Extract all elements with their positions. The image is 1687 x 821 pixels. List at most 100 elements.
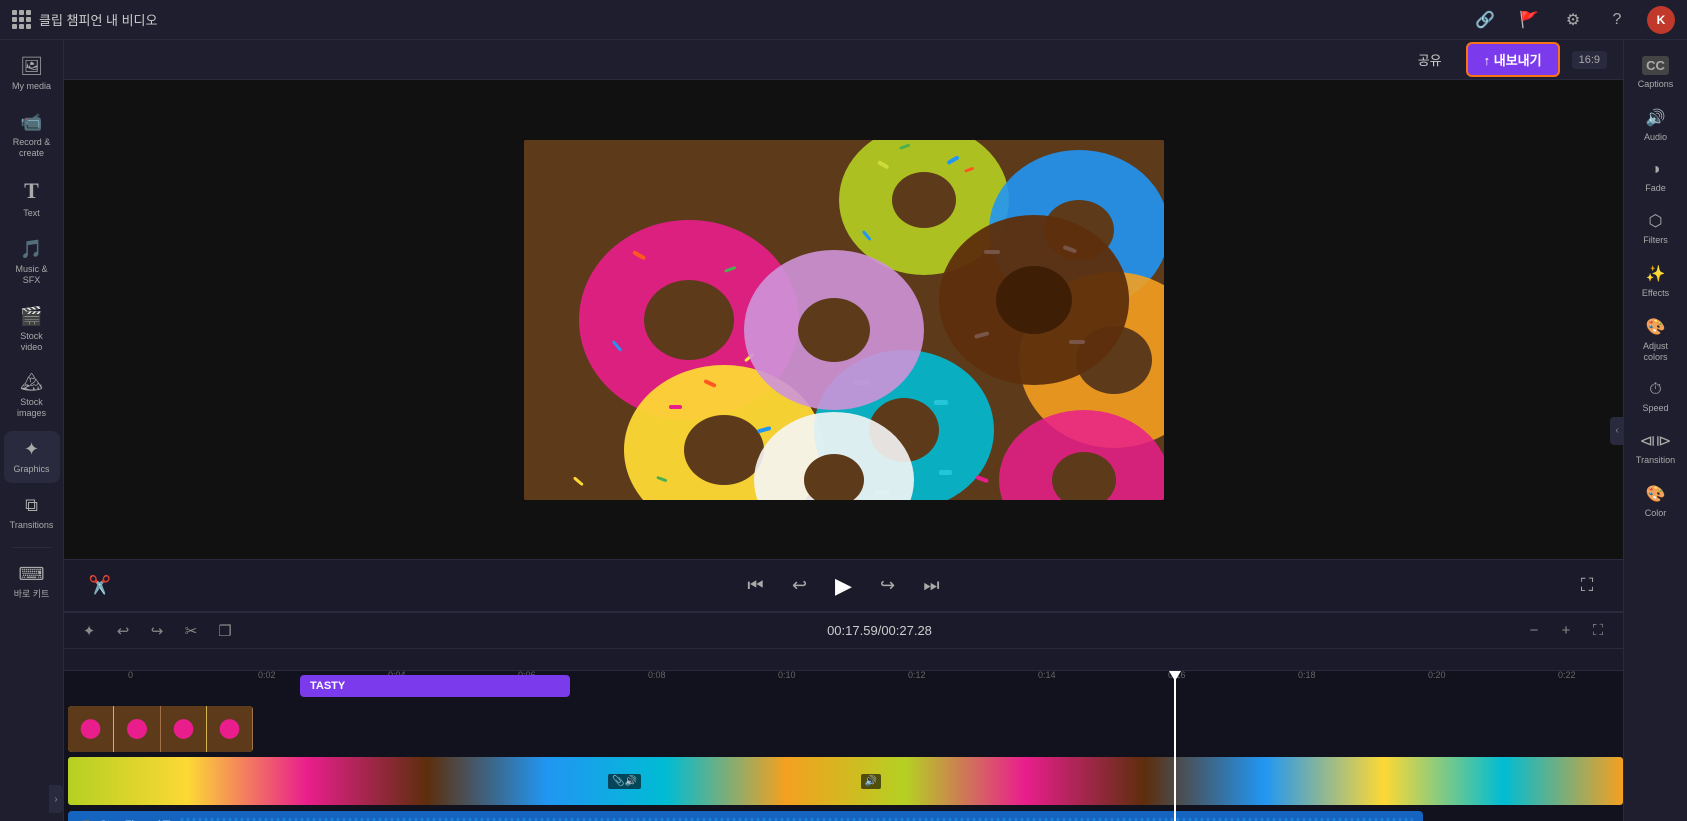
right-sidebar-item-audio[interactable]: 🔊 Audio [1626,100,1686,151]
main-video-strip: 📎🔊 🔊 [68,757,1623,805]
video-strip-thumbs [68,706,253,752]
left-sidebar: 🖼 My media 📹 Record &create T Text 🎵 Mus… [0,40,64,821]
sidebar-item-stock-images[interactable]: 🏔 Stock images [4,364,60,427]
text-icon: T [24,178,39,204]
main-video-track: 📎🔊 🔊 [68,757,1623,809]
right-sidebar-item-captions[interactable]: CC Captions [1626,48,1686,98]
right-sidebar-label-audio: Audio [1644,132,1667,143]
main-video-clip[interactable]: 📎🔊 🔊 [68,757,1623,805]
user-avatar[interactable]: K [1647,6,1675,34]
top-bar: 클립 챔피언 내 비디오 🔗 🚩 ⚙ ? K [0,0,1687,40]
video-frame [524,140,1164,500]
sidebar-item-stock-video[interactable]: 🎬 Stock video [4,298,60,361]
aspect-ratio-badge: 16:9 [1572,51,1607,69]
record-icon: 📹 [20,112,42,133]
timeline-zoom-controls: − + ⛶ [1521,618,1611,644]
top-bar-left: 클립 챔피언 내 비디오 [12,10,1471,29]
right-sidebar-label-speed: Speed [1642,403,1668,414]
cut-btn[interactable]: ✂ [178,618,204,644]
timeline-toolbar: ✦ ↩ ↪ ✂ ❐ 00:17.59 / 00:27.28 − + ⛶ [64,613,1623,649]
export-button[interactable]: ↑ 내보내기 [1466,42,1560,77]
skip-back-btn[interactable]: ⏮ [740,570,772,602]
right-sidebar-item-adjust-colors[interactable]: 🎨 Adjust colors [1626,309,1686,371]
zoom-out-btn[interactable]: − [1521,618,1547,644]
audio-icon: 🔊 [1646,108,1666,128]
transitions-icon: ⧉ [25,495,38,516]
sidebar-expand-btn[interactable]: › [49,785,63,813]
redo-btn[interactable]: ↪ [144,618,170,644]
right-sidebar-collapse-btn[interactable]: ‹ [1610,417,1624,445]
fullscreen-btn[interactable]: ⛶ [1571,570,1603,602]
crop-btn[interactable]: ✂️ [84,570,116,602]
center-area: 공유 ↑ 내보내기 16:9 [64,40,1623,821]
right-sidebar-item-effects[interactable]: ✨ Effects [1626,256,1686,307]
audio-track: 🎵 Stay Fly 마픈 [68,811,1623,821]
current-time: 00:17.59 [827,623,878,638]
timeline-ruler: 0 0:02 0:04 0:06 0:08 0:10 0:12 0:14 0:1… [64,649,1623,671]
right-sidebar-label-fade: Fade [1645,183,1666,194]
sidebar-divider [12,547,52,548]
my-media-icon: 🖼 [20,56,43,77]
sidebar-item-transitions[interactable]: ⧉ Transitions [4,487,60,539]
filters-icon: ⬡ [1649,211,1663,231]
graphics-icon: ✦ [24,439,39,460]
controls-left: ✂️ [84,570,116,602]
right-sidebar: ‹ CC Captions 🔊 Audio ◑ Fade ⬡ Filters ✨… [1623,40,1687,821]
magic-btn[interactable]: ✦ [76,618,102,644]
app-grid-icon[interactable] [12,10,31,29]
video-thumb-3 [161,706,207,752]
sidebar-item-text[interactable]: T Text [4,170,60,227]
flag-icon-btn[interactable]: 🚩 [1515,6,1543,34]
link-icon-btn[interactable]: 🔗 [1471,6,1499,34]
sidebar-item-label-transitions: Transitions [10,520,54,531]
controls-right: ⛶ [1571,570,1603,602]
sidebar-item-label-stock-video: Stock video [10,331,54,353]
undo-btn[interactable]: ↩ [110,618,136,644]
forward-btn[interactable]: ↪ [872,570,904,602]
share-button[interactable]: 공유 [1406,44,1454,75]
stock-video-icon: 🎬 [20,306,42,327]
speed-icon: ⏱ [1649,381,1661,399]
zoom-in-btn[interactable]: + [1553,618,1579,644]
video-short-track [68,703,1623,755]
shortcuts-icon: ⌨ [19,564,45,585]
right-sidebar-label-transition: Transition [1636,455,1675,466]
sidebar-item-label-my-media: My media [12,81,51,92]
right-sidebar-label-color: Color [1645,508,1667,519]
video-thumb-4 [207,706,253,752]
sidebar-item-label-stock-images: Stock images [10,397,54,419]
sidebar-item-label-graphics: Graphics [13,464,49,475]
total-time: 00:27.28 [881,623,932,638]
copy-btn[interactable]: ❐ [212,618,238,644]
right-sidebar-item-filters[interactable]: ⬡ Filters [1626,203,1686,254]
skip-forward-btn[interactable]: ⏭ [916,570,948,602]
right-sidebar-item-fade[interactable]: ◑ Fade [1626,153,1686,202]
text-clip[interactable]: TASTY [300,675,570,697]
sidebar-item-graphics[interactable]: ✦ Graphics [4,431,60,483]
controls-center: ⏮ ↩ ▶ ↪ ⏭ [740,570,948,602]
effects-icon: ✨ [1646,264,1666,284]
sidebar-item-label-text: Text [23,208,40,219]
text-track: TASTY [68,671,1623,701]
right-sidebar-label-filters: Filters [1643,235,1668,246]
sidebar-item-record-create[interactable]: 📹 Record &create [4,104,60,167]
fade-icon: ◑ [1651,161,1661,179]
settings-icon-btn[interactable]: ⚙ [1559,6,1587,34]
sidebar-item-label-music: Music & SFX [10,264,54,286]
sidebar-item-music-sfx[interactable]: 🎵 Music & SFX [4,231,60,294]
timeline-time-display: 00:17.59 / 00:27.28 [246,623,1513,638]
help-icon-btn[interactable]: ? [1603,6,1631,34]
rewind-btn[interactable]: ↩ [784,570,816,602]
timeline-fullscreen-btn[interactable]: ⛶ [1585,618,1611,644]
sidebar-item-my-media[interactable]: 🖼 My media [4,48,60,100]
right-sidebar-item-speed[interactable]: ⏱ Speed [1626,373,1686,422]
play-btn[interactable]: ▶ [828,570,860,602]
right-sidebar-label-captions: Captions [1638,79,1674,90]
audio-clip[interactable]: 🎵 Stay Fly 마픈 [68,811,1423,821]
video-short-clip[interactable] [68,706,253,752]
sidebar-item-shortcuts[interactable]: ⌨ 바로 키트 [4,556,60,608]
right-sidebar-item-color[interactable]: 🎨 Color [1626,476,1686,527]
right-sidebar-item-transition[interactable]: ⧏⧐ Transition [1626,423,1686,474]
donut-illustration [524,140,1164,500]
music-icon: 🎵 [20,239,42,260]
